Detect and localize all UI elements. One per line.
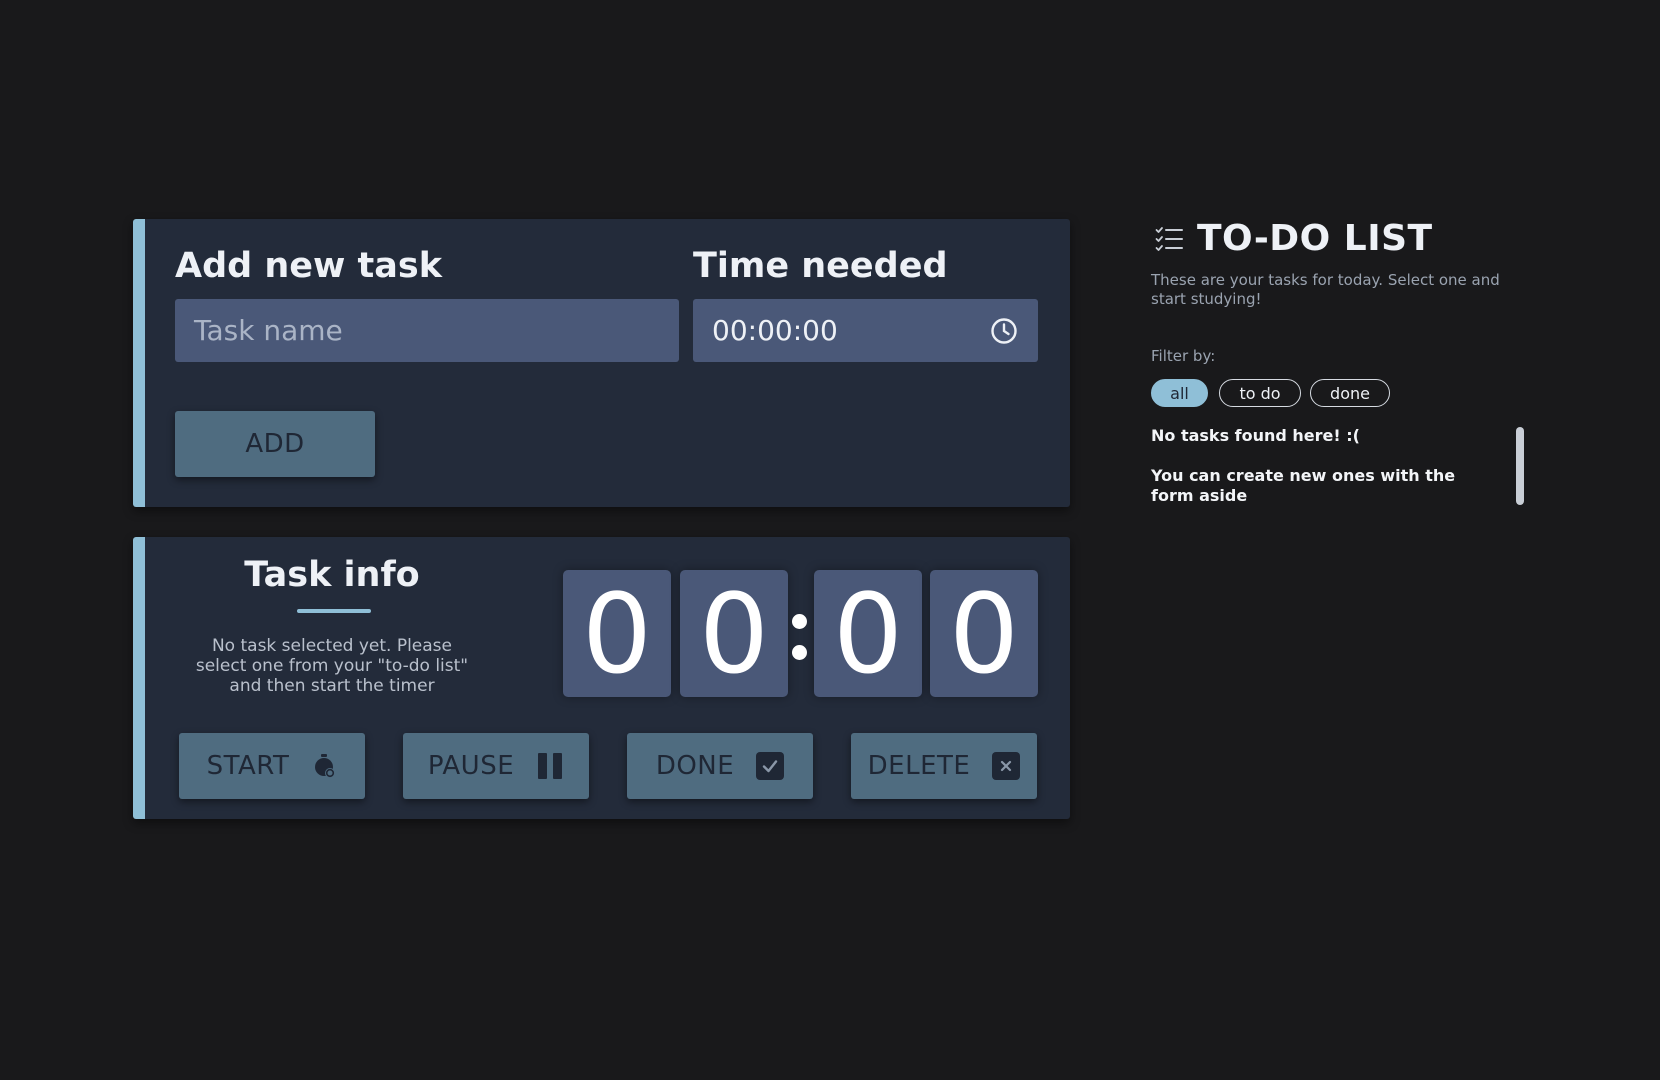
task-name-placeholder: Task name: [194, 314, 343, 347]
clock-icon[interactable]: [989, 316, 1019, 346]
todo-subtitle: These are your tasks for today. Select o…: [1151, 271, 1500, 308]
filter-todo-chip[interactable]: to do: [1219, 379, 1301, 407]
timer-digit: 0: [680, 570, 788, 698]
task-list-scrollbar[interactable]: [1516, 427, 1524, 505]
filter-done-chip[interactable]: done: [1310, 379, 1390, 407]
x-square-icon: [992, 752, 1021, 780]
task-info-panel: Task info No task selected yet. Please s…: [133, 537, 1070, 819]
time-needed-input[interactable]: 00:00:00: [693, 299, 1038, 362]
timer-digit: 0: [930, 570, 1038, 698]
delete-button[interactable]: DELETE: [851, 733, 1037, 799]
task-info-title: Task info: [244, 555, 420, 595]
pause-button-label: PAUSE: [427, 751, 515, 781]
empty-state-text: You can create new ones with the form as…: [1151, 466, 1456, 505]
timer-digit: 0: [563, 570, 671, 698]
start-button[interactable]: START: [179, 733, 365, 799]
todo-header: TO-DO LIST: [1155, 218, 1433, 259]
pause-button[interactable]: PAUSE: [403, 733, 589, 799]
time-needed-label: Time needed: [693, 246, 948, 286]
delete-button-label: DELETE: [867, 751, 971, 781]
add-button[interactable]: ADD: [175, 411, 375, 477]
empty-state-title: No tasks found here! :(: [1151, 426, 1360, 445]
checklist-icon: [1155, 226, 1183, 251]
timer-separator: [788, 570, 814, 697]
add-task-panel: Add new task Time needed Task name 00:00…: [133, 219, 1070, 507]
title-underline: [297, 609, 371, 613]
filter-all-chip[interactable]: all: [1151, 379, 1208, 407]
stopwatch-icon: [315, 754, 336, 778]
done-button-label: DONE: [655, 751, 735, 781]
task-info-message: No task selected yet. Please select one …: [195, 636, 469, 696]
task-name-input[interactable]: Task name: [175, 299, 679, 362]
timer-digit: 0: [814, 570, 922, 698]
add-button-label: ADD: [245, 429, 305, 459]
check-square-icon: [756, 752, 785, 780]
time-needed-value: 00:00:00: [712, 314, 838, 347]
task-name-label: Add new task: [175, 246, 443, 286]
done-button[interactable]: DONE: [627, 733, 813, 799]
filter-label: Filter by:: [1151, 347, 1216, 365]
todo-title: TO-DO LIST: [1197, 218, 1433, 259]
pause-icon: [538, 753, 563, 779]
start-button-label: START: [206, 751, 290, 781]
